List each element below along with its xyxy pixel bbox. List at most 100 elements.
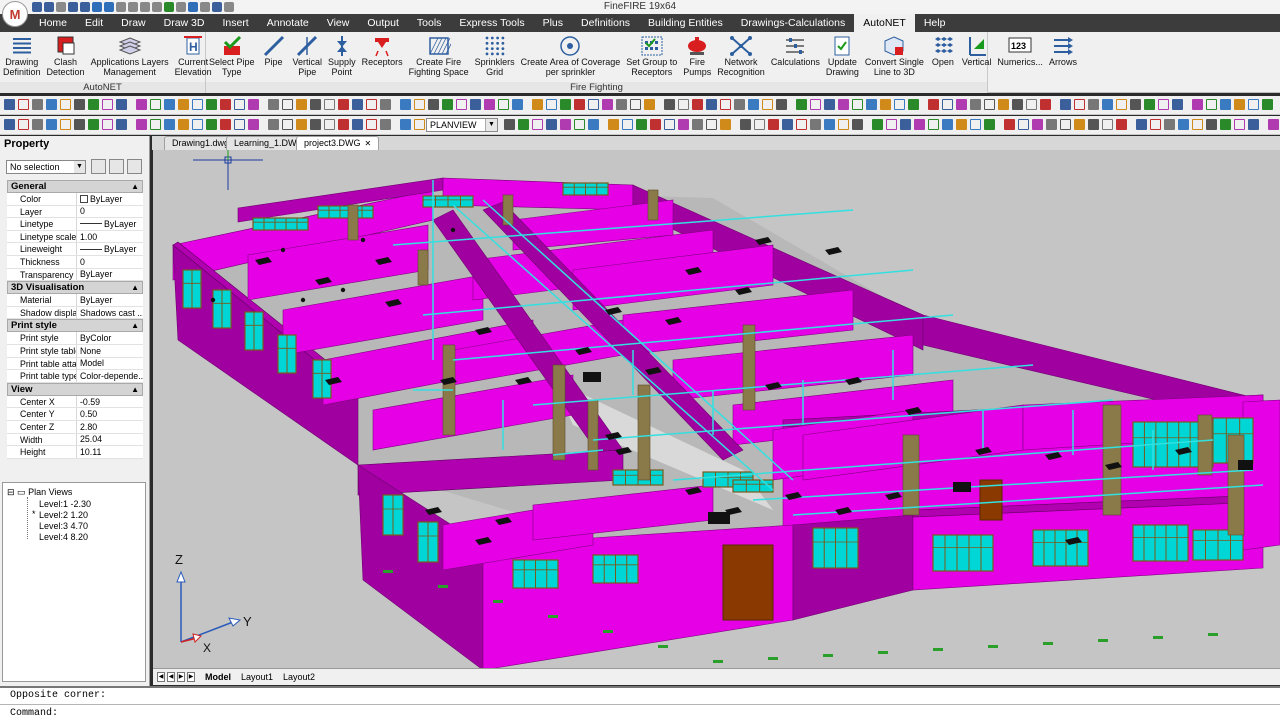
quick-select-button[interactable] xyxy=(91,159,106,174)
tool-button[interactable] xyxy=(192,119,203,130)
property-row[interactable]: Print table atta...Model xyxy=(7,357,143,371)
tool-button[interactable] xyxy=(1046,119,1057,130)
selection-dropdown[interactable]: No selection ▼ xyxy=(6,160,86,174)
tool-button[interactable] xyxy=(220,99,231,110)
tool-button[interactable] xyxy=(1032,119,1043,130)
layers-management-button[interactable]: Applications Layers Management xyxy=(88,32,172,81)
tool-button[interactable] xyxy=(150,119,161,130)
tool-button[interactable] xyxy=(560,119,571,130)
tool-button[interactable] xyxy=(664,99,675,110)
tree-root-plan-views[interactable]: ⊟ ▭ Plan Views xyxy=(7,487,72,498)
tool-button[interactable] xyxy=(720,99,731,110)
tool-button[interactable] xyxy=(824,99,835,110)
layout-tab[interactable]: Layout2 xyxy=(279,671,319,684)
tool-button[interactable] xyxy=(956,119,967,130)
tool-button[interactable] xyxy=(796,99,807,110)
drawing-canvas[interactable]: Z Y X xyxy=(153,150,1280,668)
tool-button[interactable] xyxy=(740,119,751,130)
property-section-general[interactable]: General ▲ xyxy=(7,180,143,193)
last-tab-button[interactable]: ▶ xyxy=(187,672,195,682)
tool-button[interactable] xyxy=(622,119,633,130)
fire-pumps-button[interactable]: Fire Pumps xyxy=(680,32,714,81)
menu-tab-home[interactable]: Home xyxy=(30,14,76,32)
prev-tab-button[interactable]: ◀ xyxy=(167,672,175,682)
tool-button[interactable] xyxy=(754,119,765,130)
tool-button[interactable] xyxy=(546,119,557,130)
tool-button[interactable] xyxy=(1234,119,1245,130)
tool-button[interactable] xyxy=(380,99,391,110)
numerics-button[interactable]: 123 Numerics... xyxy=(994,32,1046,81)
tool-button[interactable] xyxy=(942,119,953,130)
property-row[interactable]: Center Y 0.50 xyxy=(7,408,143,421)
tool-button[interactable] xyxy=(178,119,189,130)
tool-button[interactable] xyxy=(908,99,919,110)
menu-tab-autonet[interactable]: AutoNET xyxy=(854,14,915,32)
menu-tab-output[interactable]: Output xyxy=(358,14,408,32)
menu-tab-drawings-calculations[interactable]: Drawings-Calculations xyxy=(732,14,854,32)
drawing-definition-button[interactable]: Drawing Definition xyxy=(0,32,44,81)
tool-button[interactable] xyxy=(1220,119,1231,130)
tool-button[interactable] xyxy=(1234,99,1245,110)
tool-button[interactable] xyxy=(796,119,807,130)
tool-button[interactable] xyxy=(984,119,995,130)
property-row[interactable]: Linetype scale 1.00 xyxy=(7,230,143,244)
expand-icon[interactable]: ⊟ xyxy=(7,487,17,497)
tool-button[interactable] xyxy=(234,119,245,130)
tool-button[interactable] xyxy=(400,119,411,130)
tool-button[interactable] xyxy=(1206,119,1217,130)
supply-point-button[interactable]: Supply Point xyxy=(325,32,359,81)
property-row[interactable]: Print table type Color-depende... xyxy=(7,370,143,383)
network-recognition-button[interactable]: Network Recognition xyxy=(714,32,768,81)
tool-button[interactable] xyxy=(248,99,259,110)
tool-button[interactable] xyxy=(498,99,509,110)
tool-button[interactable] xyxy=(88,99,99,110)
tool-button[interactable] xyxy=(136,119,147,130)
tool-button[interactable] xyxy=(734,99,745,110)
tool-button[interactable] xyxy=(46,99,57,110)
tool-button[interactable] xyxy=(872,119,883,130)
menu-tab-insert[interactable]: Insert xyxy=(213,14,257,32)
tool-button[interactable] xyxy=(324,99,335,110)
tool-button[interactable] xyxy=(838,99,849,110)
tool-button[interactable] xyxy=(1220,99,1231,110)
layout-tab[interactable]: Model xyxy=(201,671,235,684)
tool-button[interactable] xyxy=(838,119,849,130)
layout-tab[interactable]: Layout1 xyxy=(237,671,277,684)
tool-button[interactable] xyxy=(664,119,675,130)
tool-button[interactable] xyxy=(574,119,585,130)
tool-button[interactable] xyxy=(1074,119,1085,130)
tool-button[interactable] xyxy=(1144,99,1155,110)
tool-button[interactable] xyxy=(206,119,217,130)
tool-button[interactable] xyxy=(560,99,571,110)
tool-button[interactable] xyxy=(4,119,15,130)
tool-button[interactable] xyxy=(1012,99,1023,110)
tool-button[interactable] xyxy=(768,119,779,130)
vertical-button[interactable]: Vertical xyxy=(959,32,995,81)
tool-button[interactable] xyxy=(880,99,891,110)
tool-button[interactable] xyxy=(470,99,481,110)
tool-button[interactable] xyxy=(484,99,495,110)
tool-button[interactable] xyxy=(866,99,877,110)
property-row[interactable]: Linetype ByLayer xyxy=(7,218,143,231)
menu-tab-definitions[interactable]: Definitions xyxy=(572,14,639,32)
tool-button[interactable] xyxy=(164,99,175,110)
tool-button[interactable] xyxy=(88,119,99,130)
tool-button[interactable] xyxy=(678,99,689,110)
menu-tab-annotate[interactable]: Annotate xyxy=(258,14,318,32)
tool-button[interactable] xyxy=(852,119,863,130)
update-drawing-button[interactable]: Update Drawing xyxy=(823,32,862,81)
next-tab-button[interactable]: ▶ xyxy=(177,672,185,682)
tool-button[interactable] xyxy=(748,99,759,110)
tool-button[interactable] xyxy=(894,99,905,110)
tool-button[interactable] xyxy=(532,119,543,130)
tool-button[interactable] xyxy=(380,119,391,130)
close-icon[interactable]: ✕ xyxy=(365,139,372,148)
app-logo[interactable]: M xyxy=(2,1,28,27)
tree-level-item[interactable]: Level:3 4.70 xyxy=(39,521,88,531)
property-row[interactable]: Center Z 2.80 xyxy=(7,420,143,434)
tool-button[interactable] xyxy=(720,119,731,130)
select-pipe-type-button[interactable]: Select Pipe Type xyxy=(206,32,258,81)
toggle-pickadd-button[interactable] xyxy=(127,159,142,174)
tool-button[interactable] xyxy=(1136,119,1147,130)
tool-button[interactable] xyxy=(1088,99,1099,110)
